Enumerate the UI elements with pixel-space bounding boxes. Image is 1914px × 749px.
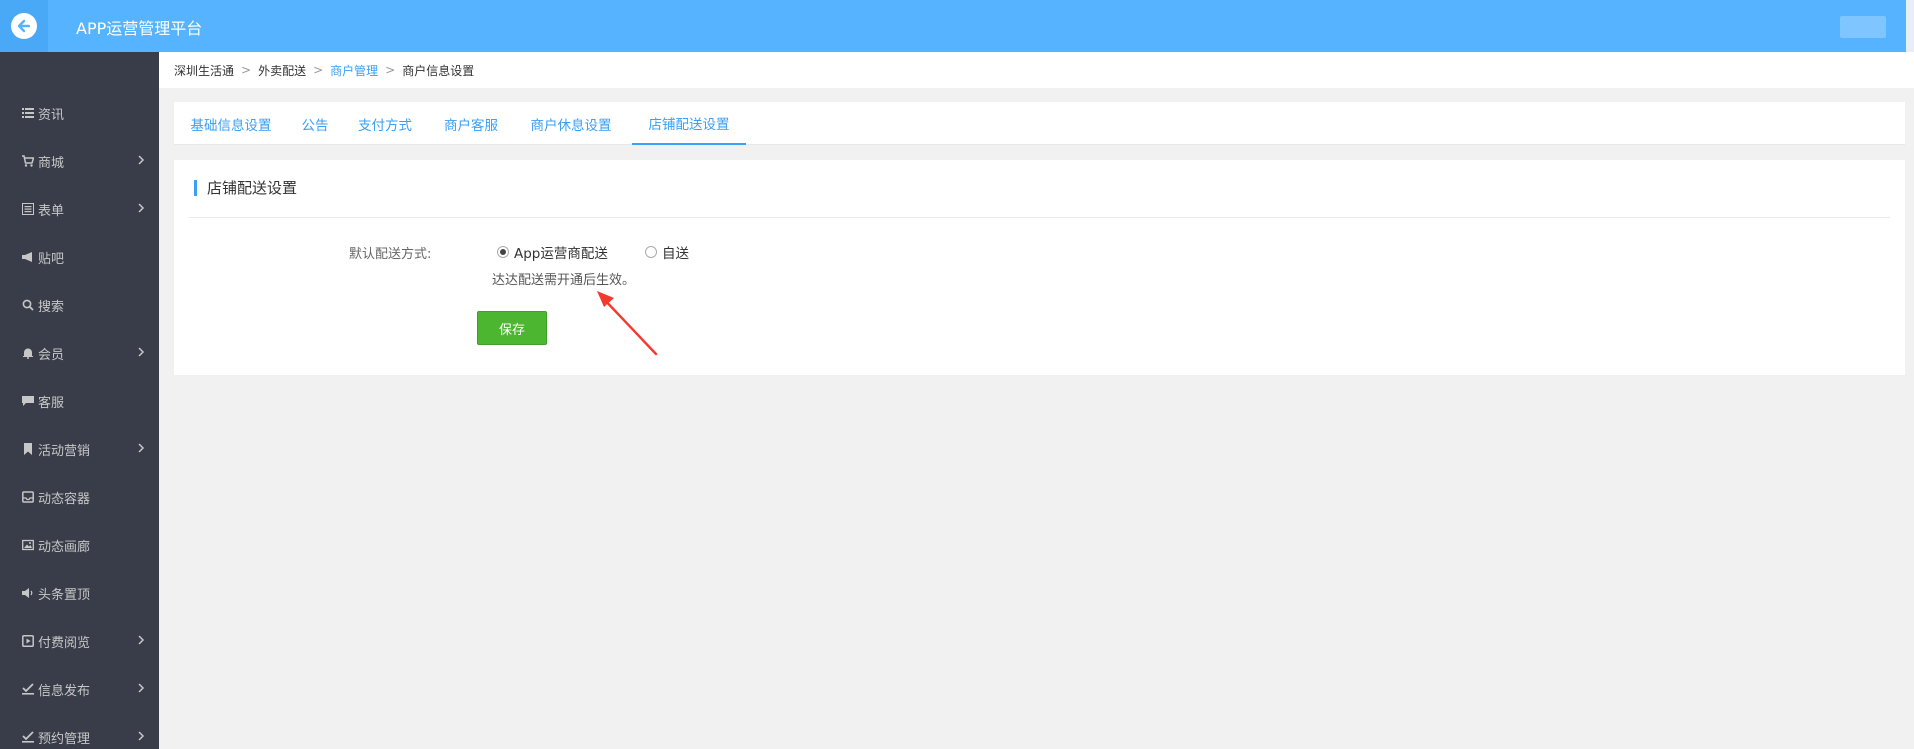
breadcrumb-item[interactable]: 外卖配送 [258,62,306,79]
sidebar-item-label: 付费阅览 [38,635,91,651]
back-button[interactable] [0,0,48,52]
delivery-method-label: 默认配送方式: [349,247,432,262]
sidebar-item-tieba[interactable]: 贴吧 [0,233,159,281]
chevron-right-icon [138,347,145,357]
tab-delivery-settings[interactable]: 店铺配送设置 [632,102,746,145]
sidebar-item-booking[interactable]: 预约管理 [0,713,159,749]
chevron-right-icon: > [385,63,396,77]
sidebar-item-mall[interactable]: 商城 [0,137,159,185]
window-edge [1906,0,1914,52]
list-icon [22,107,34,119]
cart-icon [22,155,34,167]
sidebar-item-label: 动态画廊 [38,539,91,555]
play-square-icon [22,635,34,647]
sidebar-item-label: 预约管理 [38,731,91,747]
sidebar-item-label: 头条置顶 [38,587,91,603]
bell-icon [22,347,34,359]
radio-label: 自送 [662,246,689,262]
sidebar-item-publish[interactable]: 信息发布 [0,665,159,713]
radio-label: App运营商配送 [514,246,608,262]
tab-rest-settings[interactable]: 商户休息设置 [514,102,628,145]
megaphone-icon [22,251,34,263]
chevron-right-icon [138,155,145,165]
save-button[interactable]: 保存 [477,311,547,345]
tab-service[interactable]: 商户客服 [428,102,514,145]
chevron-right-icon [138,635,145,645]
chevron-right-icon [138,683,145,693]
sidebar-item-label: 搜索 [38,299,65,315]
chevron-right-icon [138,731,145,741]
tab-bar: 基础信息设置 公告 支付方式 商户客服 商户休息设置 店铺配送设置 [174,102,1905,145]
sidebar-item-form[interactable]: 表单 [0,185,159,233]
sidebar-item-label: 信息发布 [38,683,91,699]
chevron-right-icon: > [313,63,324,77]
sidebar-item-label: 动态容器 [38,491,91,507]
sidebar-item-label: 客服 [38,395,65,411]
delivery-settings-panel: 店铺配送设置 默认配送方式: App运营商配送 自送 达达配送需开通后生效。 保… [174,160,1905,375]
radio-operator-delivery[interactable]: App运营商配送 [497,242,608,262]
sidebar-item-label: 活动营销 [38,443,91,459]
sidebar-item-paid-reading[interactable]: 付费阅览 [0,617,159,665]
sidebar-item-label: 会员 [38,347,65,363]
sidebar-item-label: 贴吧 [38,251,65,267]
tab-notice[interactable]: 公告 [288,102,342,145]
chevron-right-icon [138,203,145,213]
sidebar-item-gallery[interactable]: 动态画廊 [0,521,159,569]
sidebar-item-label: 商城 [38,155,65,171]
sidebar-item-headline[interactable]: 头条置顶 [0,569,159,617]
sidebar-item-search[interactable]: 搜索 [0,281,159,329]
panel-title: 店铺配送设置 [194,180,297,196]
sidebar-item-news[interactable]: 资讯 [0,89,159,137]
breadcrumb-item[interactable]: 深圳生活通 [174,62,234,79]
chevron-right-icon [138,443,145,453]
speaker-icon [22,587,34,599]
breadcrumb-current: 商户信息设置 [402,63,475,78]
divider [189,217,1890,218]
radio-unchecked-icon [645,246,657,258]
sidebar-item-service[interactable]: 客服 [0,377,159,425]
back-arrow-icon [11,13,37,39]
breadcrumb: 深圳生活通 > 外卖配送 > 商户管理 > 商户信息设置 [159,52,1914,88]
chat-icon [22,395,34,407]
check-edit-icon [22,683,34,695]
check-edit-icon [22,731,34,743]
top-bar: APP运营管理平台 [0,0,1914,52]
chevron-right-icon: > [241,63,252,77]
user-avatar[interactable] [1840,16,1886,38]
sidebar-item-label: 表单 [38,203,65,219]
annotation-arrow-icon [597,291,658,356]
radio-checked-icon [497,246,509,258]
sidebar-item-dynamic-container[interactable]: 动态容器 [0,473,159,521]
sidebar: 资讯 商城 表单 贴吧 搜索 会员 客服 活动营销 动态容器 动态画廊 头条置顶… [0,52,159,749]
radio-self-delivery[interactable]: 自送 [645,242,689,262]
bookmark-icon [22,443,34,455]
sidebar-item-label: 资讯 [38,107,65,123]
form-icon [22,203,34,215]
tab-basic-info[interactable]: 基础信息设置 [174,102,288,145]
sidebar-item-member[interactable]: 会员 [0,329,159,377]
inbox-icon [22,491,34,503]
image-icon [22,539,34,551]
sidebar-item-marketing[interactable]: 活动营销 [0,425,159,473]
app-title: APP运营管理平台 [76,19,203,38]
search-icon [22,299,34,311]
breadcrumb-item[interactable]: 商户管理 [330,62,378,79]
tab-payment[interactable]: 支付方式 [342,102,428,145]
